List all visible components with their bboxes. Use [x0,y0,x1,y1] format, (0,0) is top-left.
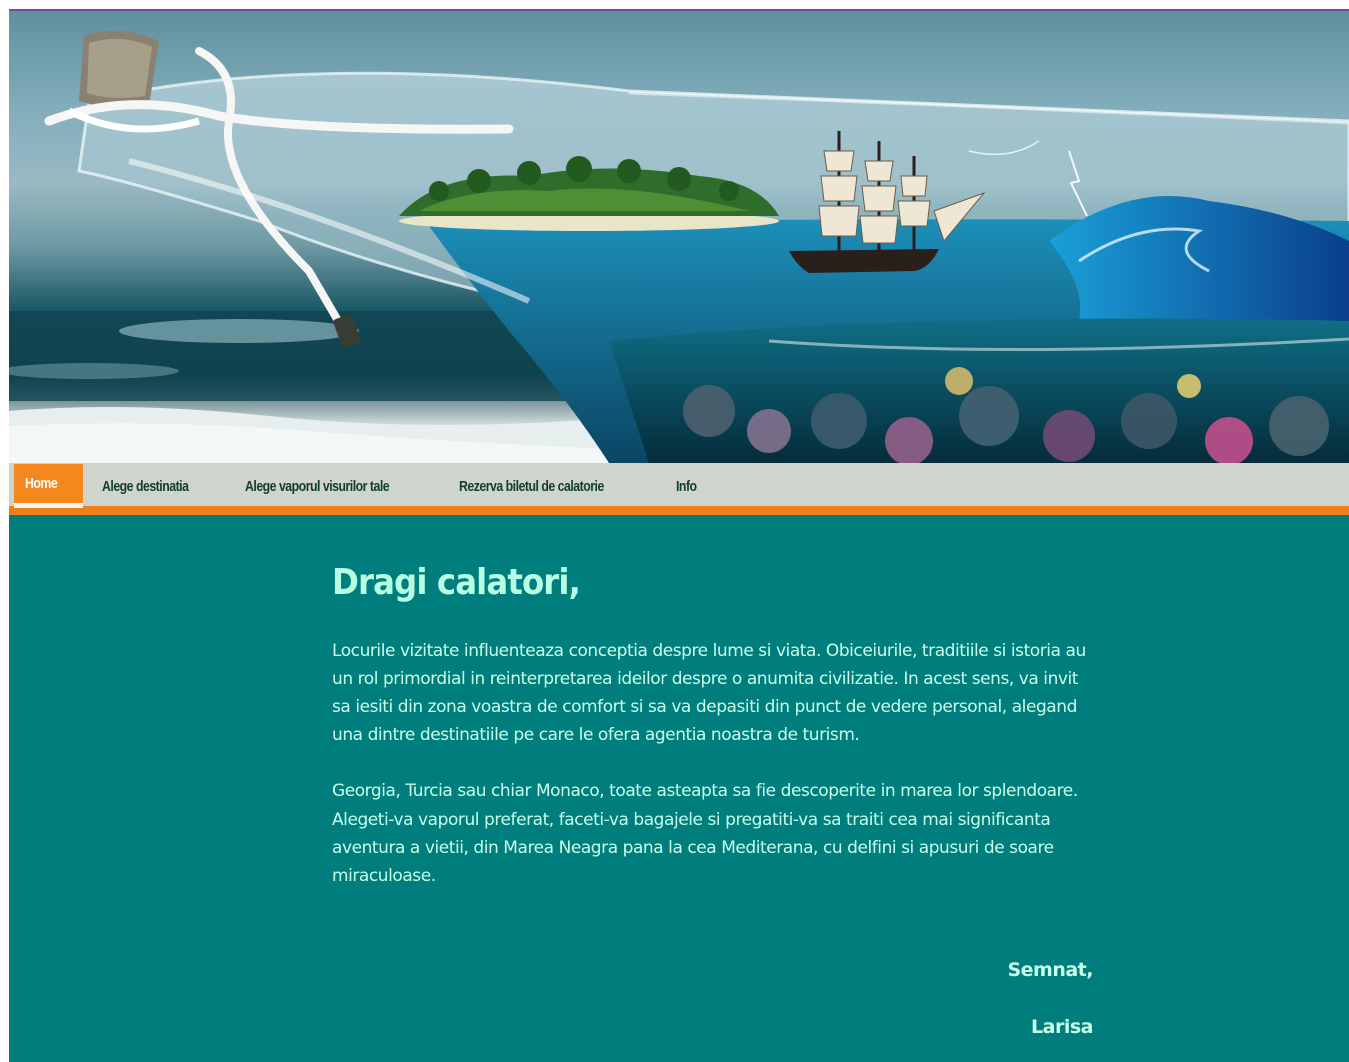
nav-item-info[interactable]: Info [676,478,697,495]
main-nav: Home Alege destinatia Alege vaporul visu… [9,463,1349,515]
destinations-paragraph: Georgia, Turcia sau chiar Monaco, toate … [332,781,1078,887]
signature-closing: Semnat, [1007,959,1093,981]
nav-item-home[interactable]: Home [14,464,83,508]
nav-item-alege-vaporul[interactable]: Alege vaporul visurilor tale [245,478,390,495]
nav-item-rezerva-biletul[interactable]: Rezerva biletul de calatorie [459,478,604,495]
nav-item-alege-destinatia[interactable]: Alege destinatia [102,478,189,495]
bottle-ship-island-banner-icon [9,30,1349,463]
hero-banner [9,11,1349,463]
main-content: Dragi calatori, Locurile vizitate influe… [332,563,1102,918]
nav-item-label: Home [25,475,58,492]
page-title: Dragi calatori, [332,562,581,603]
signature-name: Larisa [1031,1016,1093,1038]
page-frame: Home Alege destinatia Alege vaporul visu… [9,11,1349,1062]
intro-paragraph: Locurile vizitate influenteaza conceptia… [332,640,1086,746]
